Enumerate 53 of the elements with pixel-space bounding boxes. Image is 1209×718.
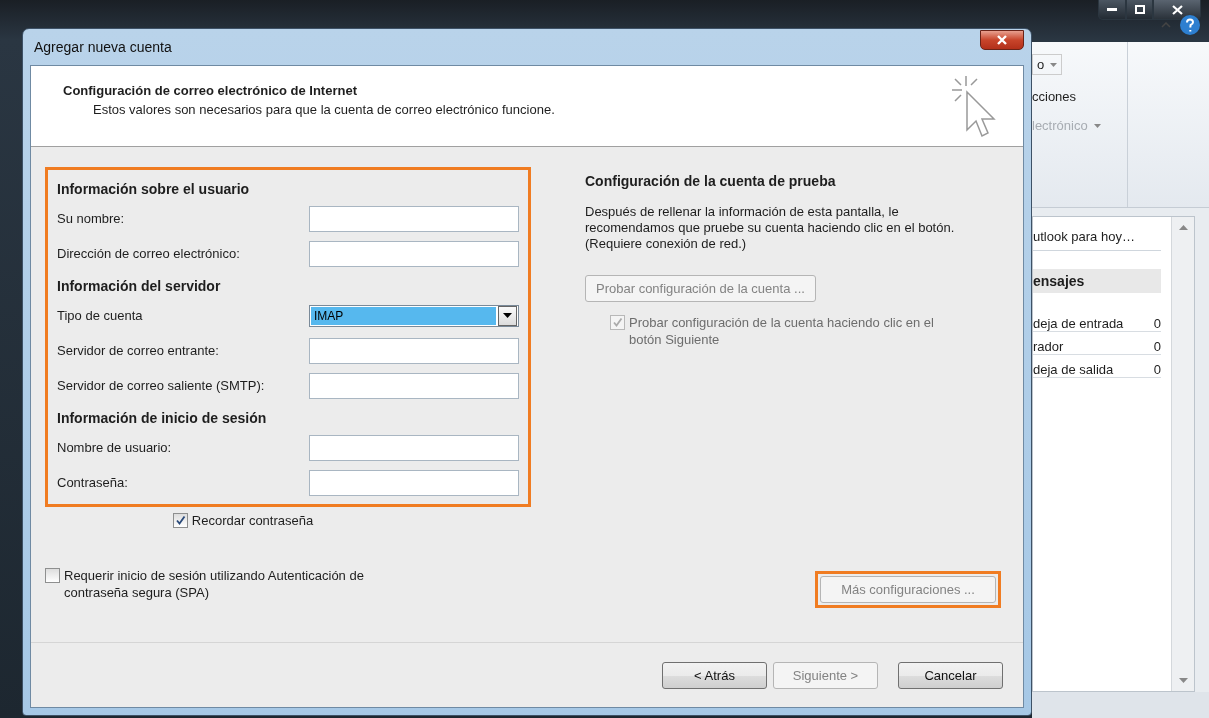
text-field[interactable] [309,372,519,399]
message-count: 0 [1153,339,1161,354]
text-field[interactable] [309,205,519,232]
checkbox-label: Probar configuración de la cuenta haciendo clic en el botón Siguiente [629,314,935,348]
scroll-up-icon[interactable] [1178,225,1188,230]
text-field[interactable] [309,337,519,364]
message-count: 0 [1153,316,1161,331]
dialog-button[interactable]: Cancelar [898,661,1003,689]
caret-icon [503,313,512,318]
caret-icon [1050,62,1058,67]
maximize-button[interactable] [1126,0,1153,20]
account-type-dropdown[interactable]: IMAP [309,304,519,327]
scroll-down-icon[interactable] [1178,678,1188,683]
close-icon [1171,4,1183,15]
close-button[interactable] [1153,0,1201,20]
checkbox-label: Requerir inicio de sesión utilizando Autenticación de contraseña segura (SPA) [64,567,365,601]
close-button[interactable] [980,30,1024,50]
dialog-button[interactable]: < Atrás [662,661,767,689]
ribbon-item[interactable]: o [1032,54,1063,75]
field-label: Nombre de usuario: [57,440,173,455]
message-count: 0 [1153,362,1161,377]
folder-name: deja de entrada [1033,316,1124,331]
checkbox[interactable] [45,568,60,583]
folder-name: deja de salida [1033,362,1114,377]
messages-heading: ensajes [1033,269,1161,293]
field-label: Tipo de cuenta [57,308,144,323]
section-heading: Información de inicio de sesión [57,408,268,428]
minimize-button[interactable] [1098,0,1126,20]
caret-icon [1093,123,1101,128]
field-label: Servidor de correo saliente (SMTP): [57,378,266,393]
section-heading: Configuración de la cuenta de prueba [585,173,837,189]
section-heading: Información del servidor [57,276,222,296]
section-heading: Información sobre el usuario [57,179,251,199]
maximize-icon [1134,5,1145,14]
close-icon [996,35,1008,45]
field-label: Contraseña: [57,475,129,490]
ribbon-item[interactable]: cciones [1032,89,1127,104]
today-link[interactable]: utlook para hoy… [1033,229,1161,251]
checkbox-label: Recordar contraseña [191,512,314,529]
description-text: Después de rellenar la información de esta pantalla, le recomendamos que pruebe su cuenta haciendo clic en el botón. (Requiere conexión de red.) [585,204,956,252]
text-field[interactable] [309,240,519,267]
field-label: Servidor de correo entrante: [57,343,220,358]
window-title: Agregar nueva cuenta [33,39,172,55]
text-field[interactable] [309,469,519,496]
folder-name: rador [1033,339,1064,354]
text-field[interactable] [309,434,519,461]
field-label: Su nombre: [57,211,126,226]
header-title: Configuración de correo electrónico de Internet [63,83,358,98]
header-subtitle: Estos valores son necesarios para que la cuenta de correo electrónico funcione. [92,102,555,117]
field-label: Dirección de correo electrónico: [57,246,241,261]
help-icon[interactable] [1179,14,1201,36]
checkbox[interactable] [172,513,188,528]
minimize-icon [1107,7,1117,12]
